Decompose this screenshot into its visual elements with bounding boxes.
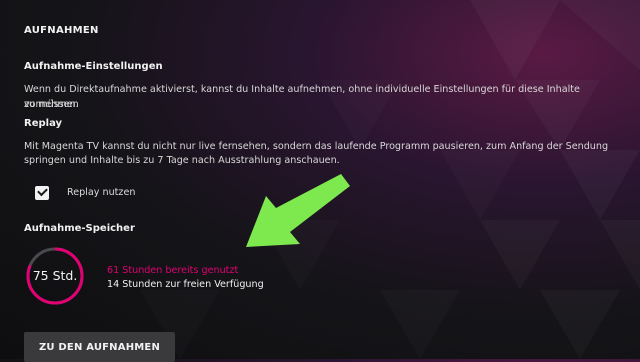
recordings-settings-screen: AUFNAHMEN Aufnahme-Einstellungen Wenn du… [0, 0, 640, 362]
green-arrow-icon [246, 174, 350, 247]
